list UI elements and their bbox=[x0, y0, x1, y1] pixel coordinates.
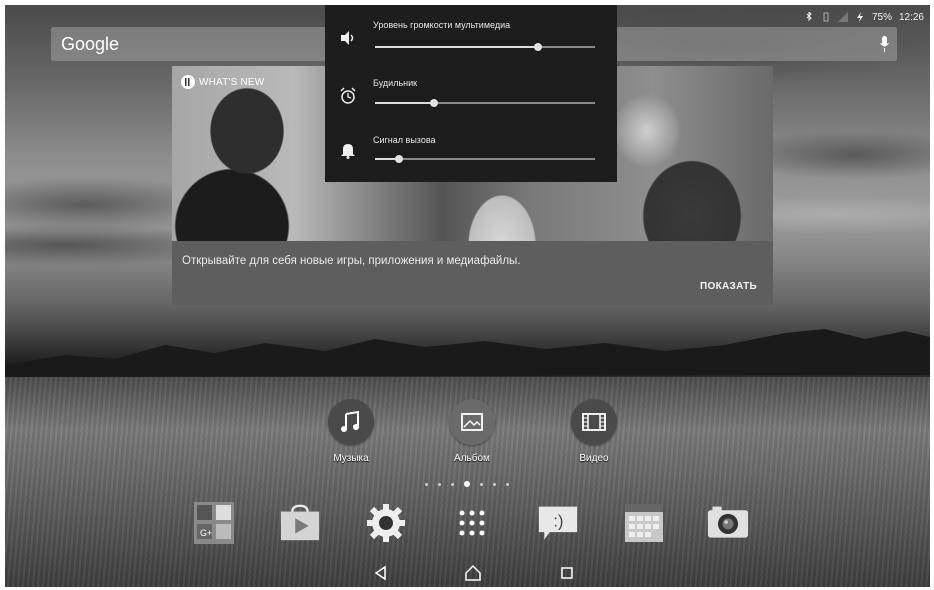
volume-thumb-media[interactable] bbox=[533, 43, 542, 51]
page-dot[interactable] bbox=[480, 482, 483, 486]
volume-slider-alarm[interactable] bbox=[375, 99, 595, 107]
play-store-icon[interactable] bbox=[279, 502, 321, 544]
page-dot[interactable] bbox=[506, 482, 509, 486]
volume-thumb-alarm[interactable] bbox=[430, 99, 439, 107]
page-dot-active[interactable] bbox=[464, 481, 470, 487]
svg-text:G+: G+ bbox=[200, 528, 212, 538]
volume-fill-alarm bbox=[375, 102, 435, 104]
app-label-video: Видео bbox=[579, 453, 609, 464]
no-signal-icon bbox=[837, 12, 848, 22]
charging-icon bbox=[856, 12, 863, 22]
film-icon[interactable] bbox=[571, 399, 617, 445]
volume-slider-ringer[interactable] bbox=[375, 155, 595, 163]
speaker-icon[interactable] bbox=[339, 29, 357, 47]
volume-label-alarm: Будильник bbox=[373, 78, 418, 88]
google-logo: Google bbox=[61, 34, 120, 54]
album-icon[interactable] bbox=[449, 399, 495, 445]
alarm-clock-icon[interactable] bbox=[339, 87, 357, 105]
mic-icon[interactable] bbox=[880, 36, 889, 52]
volume-fill-media bbox=[375, 46, 538, 48]
settings-gear-icon[interactable] bbox=[365, 502, 407, 544]
clock: 12:26 bbox=[898, 11, 924, 23]
volume-panel: Уровень громкости мультимедиа Будильник bbox=[325, 5, 617, 182]
home-icon[interactable] bbox=[462, 564, 484, 582]
svg-text::): :) bbox=[553, 513, 563, 531]
app-label-album: Альбом bbox=[454, 453, 490, 464]
calendar-icon[interactable] bbox=[623, 502, 665, 544]
app-label-music: Музыка bbox=[333, 453, 369, 464]
bell-icon[interactable] bbox=[339, 141, 357, 159]
wallpaper-mountains bbox=[5, 329, 930, 385]
app-video[interactable]: Видео bbox=[559, 399, 629, 464]
volume-thumb-ringer[interactable] bbox=[395, 155, 404, 163]
volume-label-ringer: Сигнал вызова bbox=[373, 135, 436, 145]
bluetooth-icon bbox=[806, 12, 812, 22]
volume-slider-media[interactable] bbox=[375, 43, 595, 51]
volume-row-ringer: Сигнал вызова bbox=[325, 129, 617, 179]
music-note-icon[interactable] bbox=[328, 399, 374, 445]
status-bar: 75% 12:26 bbox=[804, 8, 924, 26]
volume-row-alarm: Будильник bbox=[325, 73, 617, 123]
whats-new-tag: WHAT'S NEW bbox=[181, 75, 264, 89]
page-dot[interactable] bbox=[451, 482, 454, 486]
app-music[interactable]: Музыка bbox=[316, 399, 386, 464]
page-dot[interactable] bbox=[425, 482, 428, 486]
recents-icon[interactable] bbox=[556, 564, 578, 582]
google-folder-icon[interactable]: G+ bbox=[193, 502, 235, 544]
back-icon[interactable] bbox=[370, 564, 392, 582]
vibrate-icon bbox=[823, 12, 829, 22]
volume-label-media: Уровень громкости мультимедиа bbox=[373, 20, 511, 30]
page-dot[interactable] bbox=[438, 482, 441, 486]
app-album[interactable]: Альбом bbox=[437, 399, 507, 464]
volume-row-media: Уровень громкости мультимедиа bbox=[325, 13, 617, 63]
card-description: Открывайте для себя новые игры, приложен… bbox=[182, 255, 521, 267]
home-screen: 75% 12:26 Google WHAT'S NEW Открывайте д… bbox=[5, 5, 930, 587]
battery-percent: 75% bbox=[871, 11, 892, 23]
app-drawer-icon[interactable] bbox=[451, 502, 493, 544]
whats-new-icon bbox=[181, 75, 195, 89]
camera-icon[interactable] bbox=[707, 502, 749, 544]
messaging-icon[interactable]: :) bbox=[537, 502, 579, 544]
page-indicator bbox=[425, 479, 525, 489]
show-button[interactable]: ПОКАЗАТЬ bbox=[700, 281, 757, 292]
whats-new-label: WHAT'S NEW bbox=[199, 76, 265, 88]
page-dot[interactable] bbox=[493, 482, 496, 486]
